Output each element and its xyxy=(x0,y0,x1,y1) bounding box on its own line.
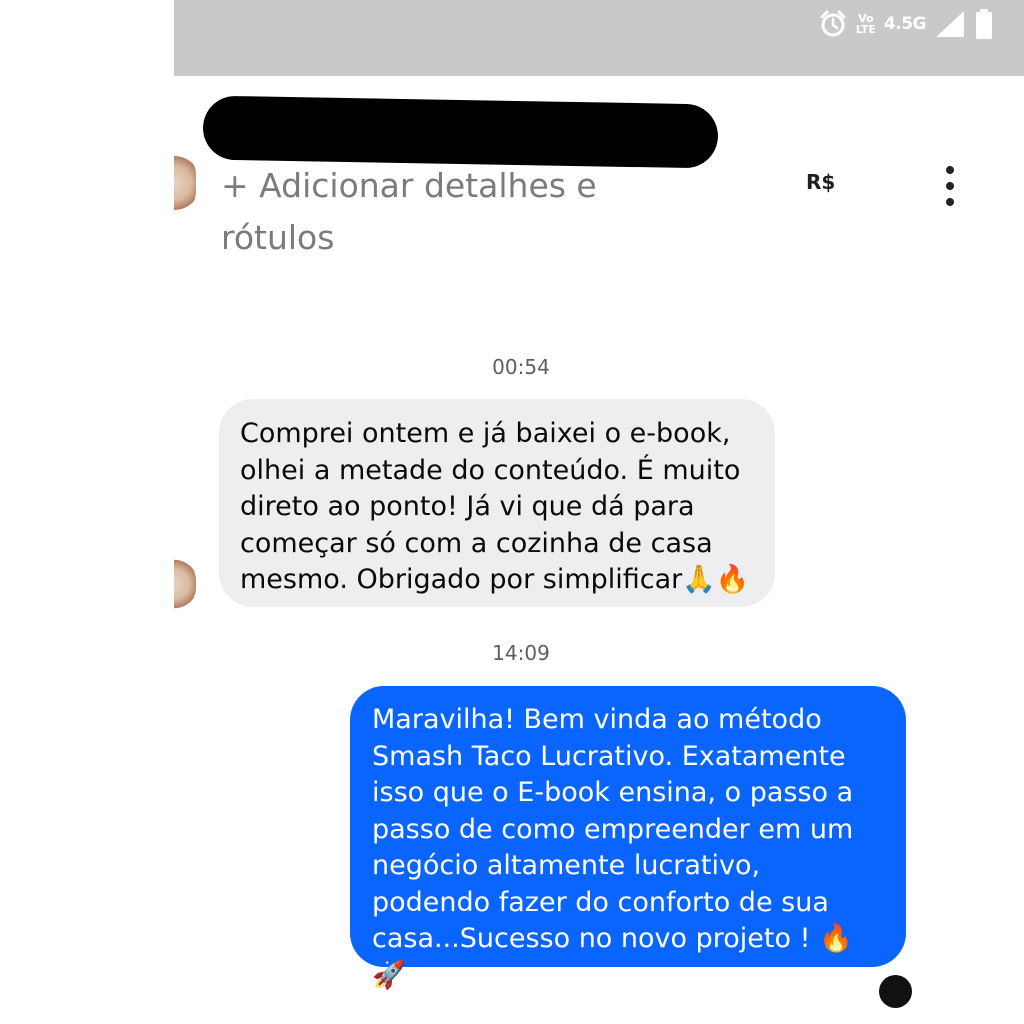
status-bar: Vo LTE 4.5G xyxy=(174,0,1024,76)
redacted-contact-name xyxy=(202,95,719,169)
message-timestamp: 14:09 xyxy=(492,641,550,665)
message-timestamp: 00:54 xyxy=(492,355,550,379)
outgoing-message-text: Maravilha! Bem vinda ao método Smash Tac… xyxy=(372,704,854,991)
battery-icon xyxy=(976,9,992,39)
volte-icon: Vo LTE xyxy=(855,12,876,36)
outgoing-message-bubble[interactable]: Maravilha! Bem vinda ao método Smash Tac… xyxy=(350,686,906,991)
add-details-text: + Adicionar detalhes e rótulos xyxy=(221,166,597,257)
network-type-label: 4.5G xyxy=(883,14,927,34)
seen-indicator-avatar xyxy=(879,975,912,1008)
signal-icon xyxy=(936,11,964,37)
currency-button[interactable]: R$ xyxy=(806,170,835,194)
add-details-labels-link[interactable]: + Adicionar detalhes e rótulos xyxy=(221,160,681,264)
incoming-message-text: Comprei ontem e já baixei o e-book, olhe… xyxy=(240,418,750,595)
kebab-menu-icon[interactable] xyxy=(942,166,958,206)
sender-avatar[interactable] xyxy=(174,558,196,610)
incoming-message-bubble[interactable]: Comprei ontem e já baixei o e-book, olhe… xyxy=(219,399,775,607)
alarm-icon xyxy=(820,10,846,37)
contact-avatar[interactable] xyxy=(174,152,196,214)
status-icons: Vo LTE 4.5G xyxy=(818,4,994,44)
